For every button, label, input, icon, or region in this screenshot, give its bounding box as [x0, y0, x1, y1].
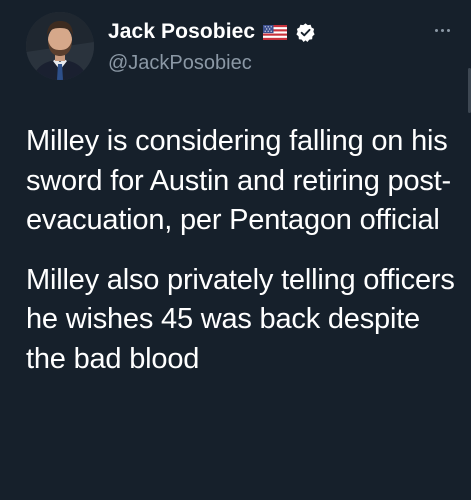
more-options-button[interactable] [431, 20, 453, 40]
tweet-paragraph-2: Milley also privately telling officers h… [26, 263, 455, 375]
tweet-paragraph-1: Milley is considering falling on his swo… [26, 125, 451, 236]
author-display-name[interactable]: Jack Posobiec [108, 20, 255, 44]
author-handle[interactable]: @JackPosobiec [108, 52, 252, 75]
verified-badge-icon [295, 22, 316, 43]
more-horizontal-icon [434, 28, 438, 32]
avatar[interactable] [26, 12, 94, 80]
avatar-image [26, 12, 94, 80]
tweet-header: Jack Posobiec @JackPosobiec [26, 12, 457, 82]
us-flag-icon [263, 24, 288, 40]
tweet-text: Milley is considering falling on his swo… [26, 122, 466, 379]
author-name-row: Jack Posobiec [108, 20, 316, 44]
